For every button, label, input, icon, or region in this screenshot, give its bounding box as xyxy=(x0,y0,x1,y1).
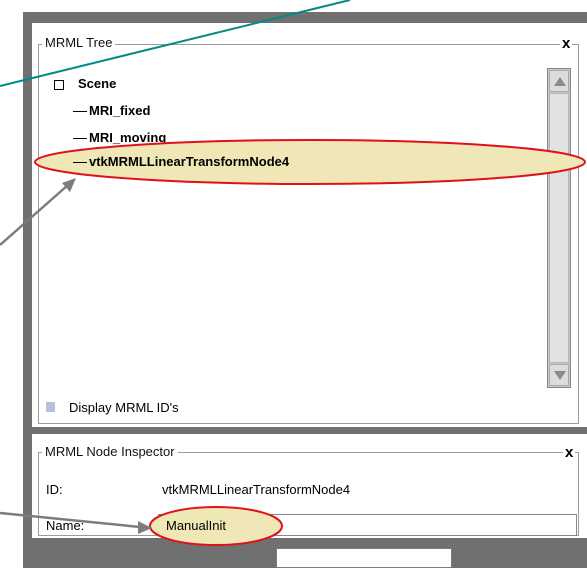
tree-item-scene[interactable]: Scene xyxy=(54,76,116,92)
display-ids-row[interactable]: Display MRML ID's xyxy=(46,400,179,416)
tree-branch-line xyxy=(73,138,87,140)
tree-scrollbar[interactable] xyxy=(547,68,571,388)
tree-item-linear-transform-node[interactable]: vtkMRMLLinearTransformNode4 xyxy=(73,154,289,170)
node-inspector-close-icon[interactable]: x xyxy=(563,445,576,460)
arrow-up-icon xyxy=(554,77,566,86)
tree-branch-line xyxy=(73,162,87,164)
mrml-tree-title: MRML Tree xyxy=(42,36,116,50)
mrml-tree-close-icon[interactable]: x xyxy=(560,36,573,51)
node-inspector-title: MRML Node Inspector xyxy=(42,445,178,459)
bottom-button[interactable] xyxy=(276,548,452,568)
arrow-down-icon xyxy=(554,371,566,380)
id-label: ID: xyxy=(46,482,63,497)
display-ids-checkbox[interactable] xyxy=(46,402,55,412)
expand-checkbox-icon[interactable] xyxy=(54,79,64,90)
tree-item-mri-moving[interactable]: MRI_moving xyxy=(73,130,166,146)
tree-item-label: Scene xyxy=(78,76,117,91)
scroll-thumb[interactable] xyxy=(549,93,569,363)
tree-branch-line xyxy=(73,111,87,113)
scroll-down-button[interactable] xyxy=(549,364,569,386)
tree-item-label: vtkMRMLLinearTransformNode4 xyxy=(89,154,290,169)
tree-item-label: MRI_moving xyxy=(89,130,167,145)
name-input-value-overlay: ManualInit xyxy=(166,518,226,533)
tree-item-label: MRI_fixed xyxy=(89,103,151,118)
display-ids-label: Display MRML ID's xyxy=(69,400,179,415)
tree-item-mri-fixed[interactable]: MRI_fixed xyxy=(73,103,150,119)
name-label: Name: xyxy=(46,518,85,533)
scroll-up-button[interactable] xyxy=(549,70,569,92)
mrml-tree-groupbox xyxy=(38,44,579,424)
id-value: vtkMRMLLinearTransformNode4 xyxy=(162,482,351,497)
